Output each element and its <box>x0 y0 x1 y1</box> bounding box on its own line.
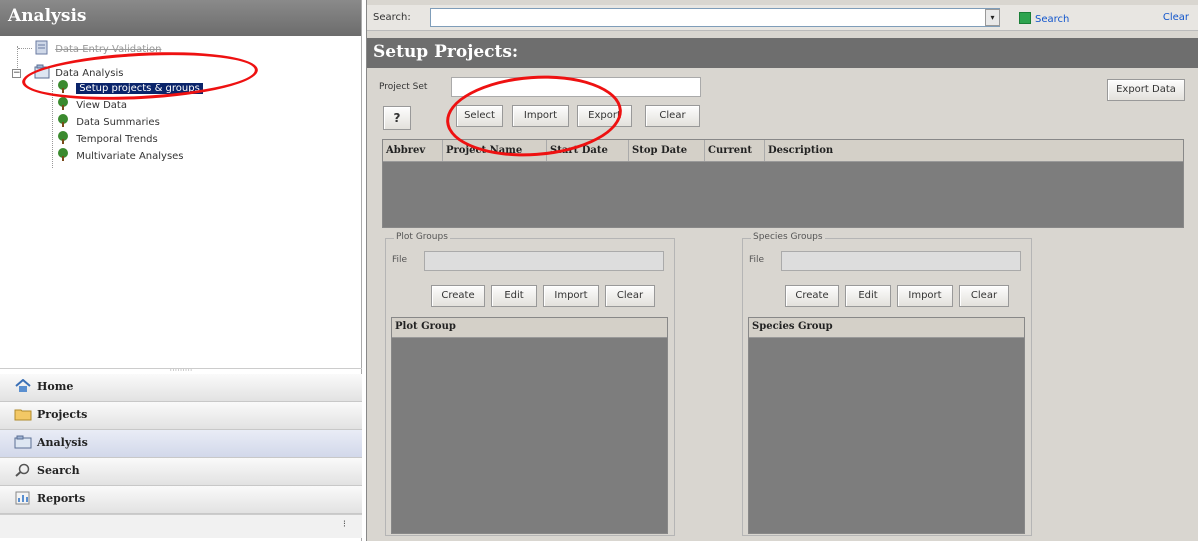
species-groups-file-field[interactable] <box>781 251 1021 271</box>
nav-item-label: Analysis <box>37 436 88 449</box>
tree-item-multivariate-analyses[interactable]: Multivariate Analyses <box>56 148 184 164</box>
data-analysis-icon <box>34 64 50 79</box>
main-panel: Search: ▾ Search Clear Setup Projects: P… <box>366 0 1198 541</box>
export-data-button[interactable]: Export Data <box>1107 79 1185 101</box>
tree-node-icon <box>58 148 68 161</box>
tree-item-view-data[interactable]: View Data <box>56 97 127 113</box>
tree-item-label: Data Analysis <box>55 68 124 79</box>
file-label: File <box>749 255 765 265</box>
plot-groups-file-field[interactable] <box>424 251 664 271</box>
page-title: Setup Projects: <box>367 38 1198 68</box>
plot-group-table[interactable]: Plot Group <box>391 317 668 534</box>
search-button[interactable]: Search <box>1019 12 1069 25</box>
left-panel-title: Analysis <box>0 0 361 36</box>
import-species-group-button[interactable]: Import <box>897 285 953 307</box>
import-button[interactable]: Import <box>512 105 569 127</box>
reports-icon <box>15 491 30 505</box>
nav-item-projects[interactable]: Projects <box>0 402 362 430</box>
chevron-down-icon[interactable]: ▾ <box>985 9 1000 26</box>
column-header-project-name[interactable]: Project Name <box>443 140 547 161</box>
nav-item-label: Search <box>37 464 80 477</box>
tree-line <box>17 46 18 70</box>
analysis-icon <box>14 435 32 449</box>
column-header-start-date[interactable]: Start Date <box>547 140 629 161</box>
chevron-down-icon[interactable]: ⁝ <box>343 519 346 530</box>
clear-button[interactable]: Clear <box>645 105 700 127</box>
tree-collapse-toggle[interactable]: − <box>12 69 21 78</box>
nav-item-search[interactable]: Search <box>0 458 362 486</box>
tree-item-label: Temporal Trends <box>76 134 158 145</box>
validation-icon <box>35 40 48 55</box>
search-button-label: Search <box>1035 14 1070 25</box>
home-icon <box>15 379 31 392</box>
nav-item-label: Reports <box>37 492 86 505</box>
search-bar: Search: ▾ Search Clear <box>367 5 1198 31</box>
column-header-description[interactable]: Description <box>765 140 1183 161</box>
nav-item-label: Home <box>37 380 74 393</box>
nav-item-analysis[interactable]: Analysis <box>0 430 362 458</box>
create-plot-group-button[interactable]: Create <box>431 285 485 307</box>
go-icon <box>1019 12 1031 24</box>
analysis-tree: Data Entry Validation − Data Analysis Se… <box>10 40 355 370</box>
plot-groups-panel: Plot Groups File Create Edit Import Clea… <box>385 232 675 536</box>
create-species-group-button[interactable]: Create <box>785 285 839 307</box>
tree-item-temporal-trends[interactable]: Temporal Trends <box>56 131 158 147</box>
file-label: File <box>392 255 408 265</box>
tree-item-setup-projects[interactable]: Setup projects & groups <box>56 80 203 96</box>
left-panel: Analysis Data Entry Validation − Data An… <box>0 0 362 541</box>
plot-groups-legend: Plot Groups <box>394 232 450 242</box>
project-set-input[interactable] <box>451 77 701 97</box>
tree-item-label: Multivariate Analyses <box>76 151 184 162</box>
tree-line <box>18 48 32 49</box>
tree-item-label: View Data <box>76 100 127 111</box>
nav-menu: Home Projects Analysis Search Reports ⁝ <box>0 374 362 538</box>
projects-icon <box>14 409 32 421</box>
select-button[interactable]: Select <box>456 105 503 127</box>
tree-node-icon <box>58 97 68 110</box>
column-header-species-group[interactable]: Species Group <box>749 318 1024 338</box>
nav-item-label: Projects <box>37 408 88 421</box>
projects-table[interactable]: Abbrev Project Name Start Date Stop Date… <box>382 139 1184 228</box>
tree-node-icon <box>58 114 68 127</box>
edit-species-group-button[interactable]: Edit <box>845 285 891 307</box>
species-groups-panel: Species Groups File Create Edit Import C… <box>742 232 1032 536</box>
import-plot-group-button[interactable]: Import <box>543 285 599 307</box>
column-header-abbrev[interactable]: Abbrev <box>383 140 443 161</box>
table-header: Abbrev Project Name Start Date Stop Date… <box>383 140 1183 162</box>
tree-item-label: Data Summaries <box>76 117 160 128</box>
column-header-plot-group[interactable]: Plot Group <box>392 318 667 338</box>
export-button[interactable]: Export <box>577 105 632 127</box>
help-button[interactable]: ? <box>383 106 411 130</box>
species-group-table[interactable]: Species Group <box>748 317 1025 534</box>
nav-item-home[interactable]: Home <box>0 374 362 402</box>
tree-item-data-summaries[interactable]: Data Summaries <box>56 114 160 130</box>
clear-search-link[interactable]: Clear <box>1163 12 1189 23</box>
tree-item-label: Data Entry Validation <box>55 44 162 55</box>
edit-plot-group-button[interactable]: Edit <box>491 285 537 307</box>
nav-footer: ⁝ <box>0 514 362 538</box>
tree-item-data-entry-validation[interactable]: Data Entry Validation <box>34 40 161 56</box>
nav-item-reports[interactable]: Reports <box>0 486 362 514</box>
search-label: Search: <box>373 12 411 23</box>
column-header-current[interactable]: Current <box>705 140 765 161</box>
search-input[interactable] <box>430 8 1000 27</box>
species-groups-legend: Species Groups <box>751 232 825 242</box>
tree-node-icon <box>58 80 68 93</box>
project-set-label: Project Set <box>379 82 428 92</box>
tree-node-icon <box>58 131 68 144</box>
clear-plot-group-button[interactable]: Clear <box>605 285 655 307</box>
tree-item-data-analysis[interactable]: Data Analysis <box>34 64 123 80</box>
column-header-stop-date[interactable]: Stop Date <box>629 140 705 161</box>
clear-species-group-button[interactable]: Clear <box>959 285 1009 307</box>
search-icon <box>15 463 30 477</box>
tree-item-label: Setup projects & groups <box>76 83 203 94</box>
tree-line <box>52 80 53 168</box>
